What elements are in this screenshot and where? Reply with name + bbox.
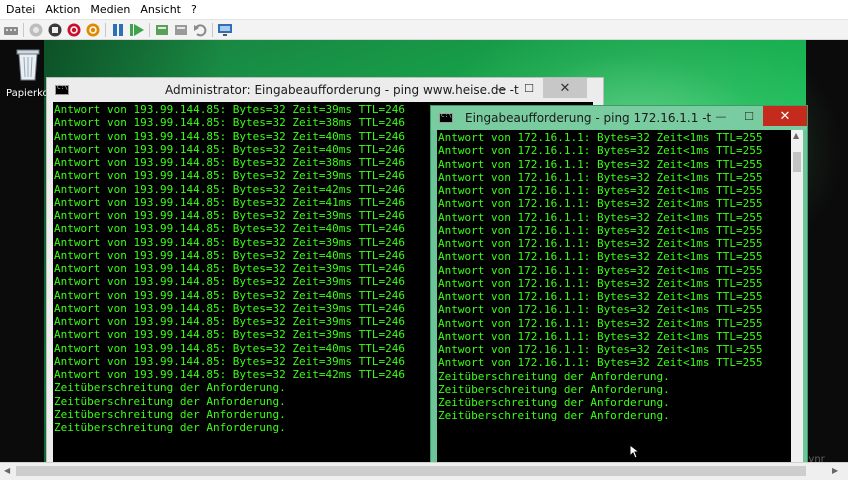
checkpoint-icon[interactable] (154, 22, 170, 38)
toolbar-separator (23, 22, 24, 37)
mouse-cursor-icon (629, 443, 641, 459)
vertical-scrollbar[interactable]: ▲ ▼ (791, 130, 803, 462)
menu-help[interactable]: ? (186, 0, 202, 20)
menu-datei[interactable]: Datei (0, 0, 40, 20)
guest-desktop: Papierkorb www.sexedz-d.wmvnr Administra… (0, 40, 848, 462)
vm-connection-window: Datei Aktion Medien Ansicht ? Papierkorb… (0, 0, 848, 480)
console-line: Antwort von 172.16.1.1: Bytes=32 Zeit<1m… (438, 250, 763, 264)
pause-icon[interactable] (110, 22, 126, 38)
toolbar-separator (149, 22, 150, 37)
console-line: Antwort von 172.16.1.1: Bytes=32 Zeit<1m… (438, 263, 763, 277)
window-controls: — ☐ ✕ (707, 106, 807, 126)
window-title: Administrator: Eingabeaufforderung - pin… (165, 83, 519, 97)
close-button[interactable]: ✕ (543, 78, 587, 98)
console-window-gateway[interactable]: Eingabeaufforderung - ping 172.16.1.1 -t… (430, 105, 808, 462)
console-line: Antwort von 172.16.1.1: Bytes=32 Zeit<1m… (438, 157, 763, 171)
console-titlebar[interactable]: Administrator: Eingabeaufforderung - pin… (47, 78, 603, 102)
console-line: Antwort von 172.16.1.1: Bytes=32 Zeit<1m… (438, 290, 763, 303)
console-line: Antwort von 172.16.1.1: Bytes=32 Zeit<1m… (438, 131, 763, 144)
recycle-bin-icon (16, 49, 40, 81)
scroll-left-icon[interactable]: ◀ (4, 466, 10, 475)
scrollbar-thumb[interactable] (793, 152, 801, 172)
console-line: Antwort von 172.16.1.1: Bytes=32 Zeit<1m… (438, 276, 763, 290)
menu-bar: Datei Aktion Medien Ansicht ? (0, 0, 848, 20)
recycle-bin-label: Papierkorb (6, 88, 60, 99)
power-icon[interactable] (85, 22, 101, 38)
shutdown-icon[interactable] (66, 22, 82, 38)
minimize-button[interactable]: — (487, 78, 515, 98)
cmd-icon (55, 84, 69, 95)
maximize-button[interactable]: ☐ (735, 106, 763, 126)
window-title: Eingabeaufforderung - ping 172.16.1.1 -t (465, 111, 712, 125)
menu-medien[interactable]: Medien (85, 0, 135, 20)
start-icon[interactable] (28, 22, 44, 38)
console-line: Antwort von 172.16.1.1: Bytes=32 Zeit<1m… (438, 210, 763, 224)
console-line: Antwort von 172.16.1.1: Bytes=32 Zeit<1m… (438, 223, 763, 237)
console-line: Antwort von 172.16.1.1: Bytes=32 Zeit<1m… (438, 329, 763, 343)
console-line: Antwort von 172.16.1.1: Bytes=32 Zeit<1m… (438, 303, 763, 317)
toolbar-separator (212, 22, 213, 37)
scroll-up-icon[interactable]: ▲ (793, 131, 799, 140)
console-line: Antwort von 172.16.1.1: Bytes=32 Zeit<1m… (438, 237, 763, 250)
enhanced-session-icon[interactable] (217, 22, 233, 38)
reset-icon[interactable] (129, 22, 145, 38)
console-output[interactable]: Antwort von 172.16.1.1: Bytes=32 Zeit<1m… (437, 130, 791, 462)
undo-icon[interactable] (192, 22, 208, 38)
console-line: Antwort von 172.16.1.1: Bytes=32 Zeit<1m… (438, 343, 763, 356)
recycle-bin-shortcut[interactable]: Papierkorb (6, 44, 60, 99)
console-lines: Antwort von 172.16.1.1: Bytes=32 Zeit<1m… (438, 131, 791, 423)
turn-off-icon[interactable] (47, 22, 63, 38)
console-titlebar[interactable]: Eingabeaufforderung - ping 172.16.1.1 -t… (431, 106, 807, 130)
console-line: Antwort von 172.16.1.1: Bytes=32 Zeit<1m… (438, 197, 763, 211)
console-line: Zeitüberschreitung der Anforderung. (438, 409, 670, 423)
minimize-button[interactable]: — (707, 106, 735, 126)
cmd-icon (439, 112, 453, 123)
host-horizontal-scrollbar[interactable]: ◀ ▶ (0, 462, 848, 480)
menu-aktion[interactable]: Aktion (40, 0, 85, 20)
close-button[interactable]: ✕ (763, 106, 807, 126)
maximize-button[interactable]: ☐ (515, 78, 543, 98)
console-line: Antwort von 172.16.1.1: Bytes=32 Zeit<1m… (438, 316, 763, 330)
vm-toolbar (0, 20, 848, 40)
scroll-right-icon[interactable]: ▶ (832, 466, 838, 475)
menu-ansicht[interactable]: Ansicht (135, 0, 186, 20)
toolbar-separator (105, 22, 106, 37)
console-line: Antwort von 172.16.1.1: Bytes=32 Zeit<1m… (438, 356, 763, 370)
window-controls: — ☐ ✕ (487, 78, 587, 98)
console-line: Zeitüberschreitung der Anforderung. (438, 382, 670, 396)
console-line: Antwort von 172.16.1.1: Bytes=32 Zeit<1m… (438, 170, 763, 184)
console-line: Zeitüberschreitung der Anforderung. (438, 369, 670, 383)
console-line: Zeitüberschreitung der Anforderung. (438, 396, 670, 409)
console-line: Antwort von 172.16.1.1: Bytes=32 Zeit<1m… (438, 184, 763, 197)
console-line: Antwort von 172.16.1.1: Bytes=32 Zeit<1m… (438, 144, 763, 158)
scrollbar-thumb[interactable] (16, 466, 806, 476)
ctrl-alt-del-icon[interactable] (3, 22, 19, 38)
revert-icon[interactable] (173, 22, 189, 38)
